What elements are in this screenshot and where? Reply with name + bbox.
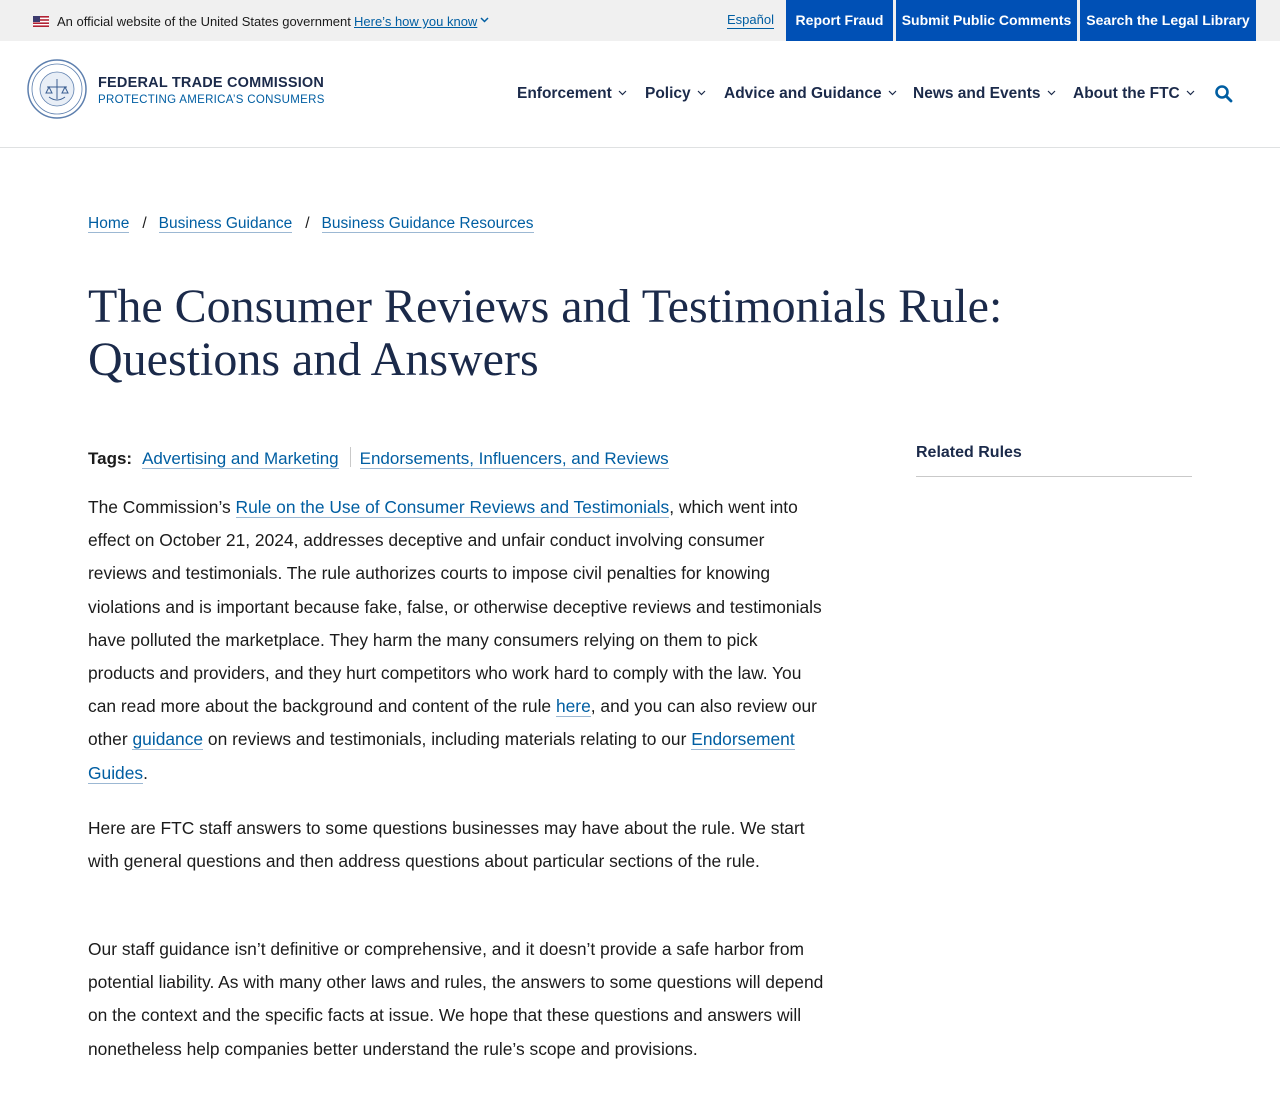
rule-link[interactable]: Rule on the Use of Consumer Reviews and …: [235, 497, 670, 518]
nav-about-the-ftc[interactable]: About the FTC: [1073, 85, 1195, 103]
tags-label: Tags:: [88, 449, 133, 468]
chevron-down-icon[interactable]: [480, 17, 489, 23]
chevron-down-icon: [888, 90, 897, 96]
guidance-link[interactable]: guidance: [132, 729, 204, 751]
staff-answers-paragraph: Here are FTC staff answers to some quest…: [88, 818, 805, 872]
gov-banner-text: An official website of the United States…: [57, 14, 351, 29]
related-rules-heading: Related Rules: [916, 444, 1022, 461]
nav-policy[interactable]: Policy: [645, 85, 706, 103]
search-icon[interactable]: [1214, 84, 1234, 104]
breadcrumb-business-guidance-resources[interactable]: Business Guidance Resources: [321, 215, 534, 233]
nav-label: About the FTC: [1073, 85, 1180, 102]
chevron-down-icon: [618, 90, 627, 96]
breadcrumb-separator: /: [305, 215, 310, 232]
us-flag-icon: [33, 16, 49, 27]
nav-label: Advice and Guidance: [724, 85, 882, 102]
tag-endorsements-influencers-reviews[interactable]: Endorsements, Influencers, and Reviews: [359, 449, 669, 469]
ftc-seal-icon[interactable]: [27, 59, 87, 119]
nav-label: Enforcement: [517, 85, 612, 102]
how-you-know-link[interactable]: Here’s how you know: [354, 14, 477, 29]
nav-label: News and Events: [913, 85, 1041, 102]
nav-news-and-events[interactable]: News and Events: [913, 85, 1056, 103]
breadcrumb-home[interactable]: Home: [88, 215, 130, 233]
tag-divider: [349, 447, 351, 467]
tags: Tags: Advertising and Marketing Endorsemen…: [88, 447, 669, 469]
search-legal-library-button[interactable]: Search the Legal Library: [1080, 0, 1256, 41]
submit-public-comments-button[interactable]: Submit Public Comments: [896, 0, 1077, 41]
gov-banner: An official website of the United States…: [0, 0, 1280, 41]
intro-paragraph: The Commission’s Rule on the Use of Cons…: [88, 491, 828, 790]
related-rules-section: Related Rules: [916, 444, 1192, 477]
breadcrumb: Home / Business Guidance / Business Guidance…: [88, 215, 534, 233]
report-fraud-button[interactable]: Report Fraud: [786, 0, 893, 41]
espanol-link[interactable]: Español: [727, 12, 774, 29]
agency-tagline: PROTECTING AMERICA’S CONSUMERS: [98, 94, 325, 106]
text-run: .: [143, 762, 148, 783]
breadcrumb-separator: /: [142, 215, 147, 232]
breadcrumb-business-guidance[interactable]: Business Guidance: [158, 215, 293, 233]
tag-advertising-and-marketing[interactable]: Advertising and Marketing: [142, 449, 339, 469]
page-title: The Consumer Reviews and Testimonials Ru…: [88, 280, 1003, 386]
chevron-down-icon: [1047, 90, 1055, 96]
site-header: FEDERAL TRADE COMMISSION PROTECTING AMER…: [0, 41, 1280, 148]
nav-advice-and-guidance[interactable]: Advice and Guidance: [724, 85, 897, 103]
text-run: , which went into effect on October 21, …: [88, 497, 822, 717]
text-run: on reviews and testimonials, including m…: [203, 729, 692, 750]
here-link[interactable]: here: [555, 696, 591, 718]
disclaimer-paragraph: Our staff guidance isn’t definitive or c…: [88, 939, 824, 1059]
chevron-down-icon: [697, 90, 706, 96]
chevron-down-icon: [1186, 90, 1195, 96]
nav-label: Policy: [645, 85, 691, 102]
text-run: The Commission’s: [88, 497, 236, 517]
nav-enforcement[interactable]: Enforcement: [517, 85, 627, 103]
agency-name[interactable]: FEDERAL TRADE COMMISSION: [98, 75, 324, 91]
